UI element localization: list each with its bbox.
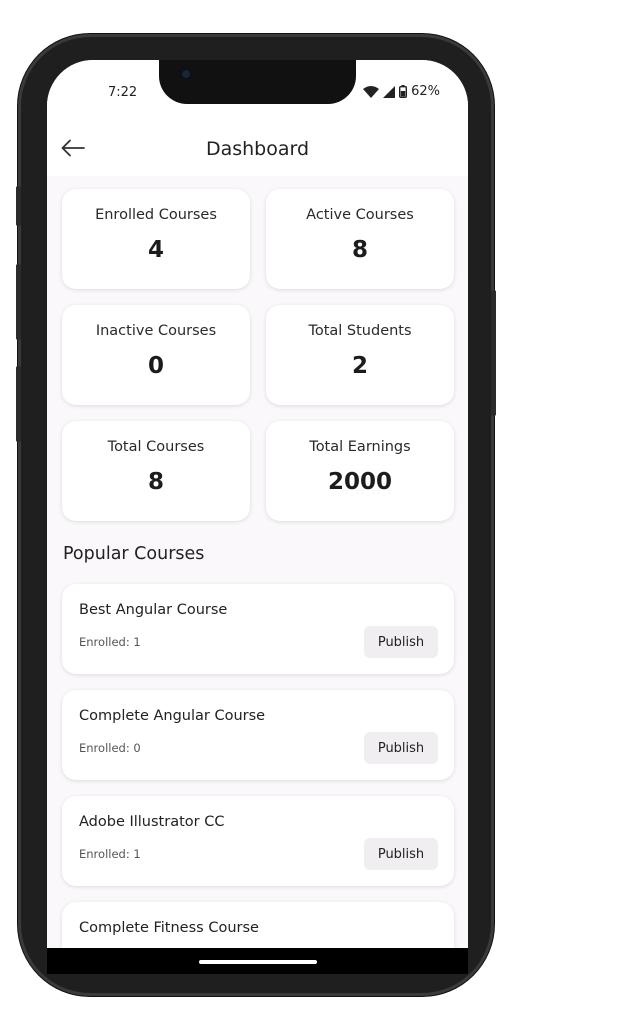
stat-label: Total Courses <box>107 439 205 455</box>
course-enrolled-count: Enrolled: 0 <box>79 741 141 755</box>
stat-label: Total Students <box>308 323 412 339</box>
stat-label: Total Earnings <box>309 439 411 455</box>
stat-card-total-earnings: Total Earnings 2000 <box>266 421 454 521</box>
course-enrolled-count: Enrolled: 1 <box>79 635 141 649</box>
stat-card-inactive-courses: Inactive Courses 0 <box>62 305 250 405</box>
stat-label: Inactive Courses <box>95 323 217 339</box>
course-card[interactable]: Complete Angular Course Enrolled: 0 Publ… <box>62 690 454 780</box>
popular-courses-heading: Popular Courses <box>63 544 205 564</box>
publish-button[interactable]: Publish <box>364 838 438 870</box>
cellular-signal-icon <box>383 85 396 98</box>
course-title: Adobe Illustrator CC <box>79 814 225 830</box>
home-indicator[interactable] <box>199 960 317 964</box>
popular-courses-list: Best Angular Course Enrolled: 1 Publish … <box>62 584 454 948</box>
stat-value: 0 <box>147 353 164 379</box>
stat-card-enrolled-courses: Enrolled Courses 4 <box>62 189 250 289</box>
stat-card-total-students: Total Students 2 <box>266 305 454 405</box>
status-icons: 62% <box>363 84 440 99</box>
course-title: Complete Fitness Course <box>79 920 259 936</box>
course-card[interactable]: Complete Fitness Course <box>62 902 454 948</box>
stat-card-active-courses: Active Courses 8 <box>266 189 454 289</box>
volume-up-button <box>16 264 21 340</box>
wifi-icon <box>363 85 380 98</box>
stat-value: 2 <box>351 353 368 379</box>
page-title: Dashboard <box>205 138 310 160</box>
stat-value: 4 <box>147 237 164 263</box>
course-card[interactable]: Adobe Illustrator CC Enrolled: 1 Publish <box>62 796 454 886</box>
publish-button[interactable]: Publish <box>364 626 438 658</box>
stat-value: 8 <box>147 469 164 495</box>
app-bar: Dashboard <box>47 120 468 176</box>
course-card[interactable]: Best Angular Course Enrolled: 1 Publish <box>62 584 454 674</box>
stat-value: 8 <box>351 237 368 263</box>
app-screen: 7:22 62% Dashboard Enrolled Courses 4 Ac… <box>47 60 468 948</box>
battery-icon <box>399 85 408 98</box>
status-time: 7:22 <box>108 85 138 100</box>
notch <box>159 60 356 104</box>
volume-down-button <box>16 366 21 442</box>
course-enrolled-count: Enrolled: 1 <box>79 847 141 861</box>
stat-value: 2000 <box>327 469 392 495</box>
stat-label: Active Courses <box>306 207 414 223</box>
stat-card-total-courses: Total Courses 8 <box>62 421 250 521</box>
course-title: Best Angular Course <box>79 602 228 618</box>
publish-button[interactable]: Publish <box>364 732 438 764</box>
battery-percentage: 62% <box>411 84 440 99</box>
stat-label: Enrolled Courses <box>95 207 217 223</box>
course-title: Complete Angular Course <box>79 708 266 724</box>
mute-switch <box>16 186 21 226</box>
front-camera <box>180 68 192 80</box>
stats-grid: Enrolled Courses 4 Active Courses 8 Inac… <box>62 189 454 521</box>
power-button <box>491 290 496 416</box>
